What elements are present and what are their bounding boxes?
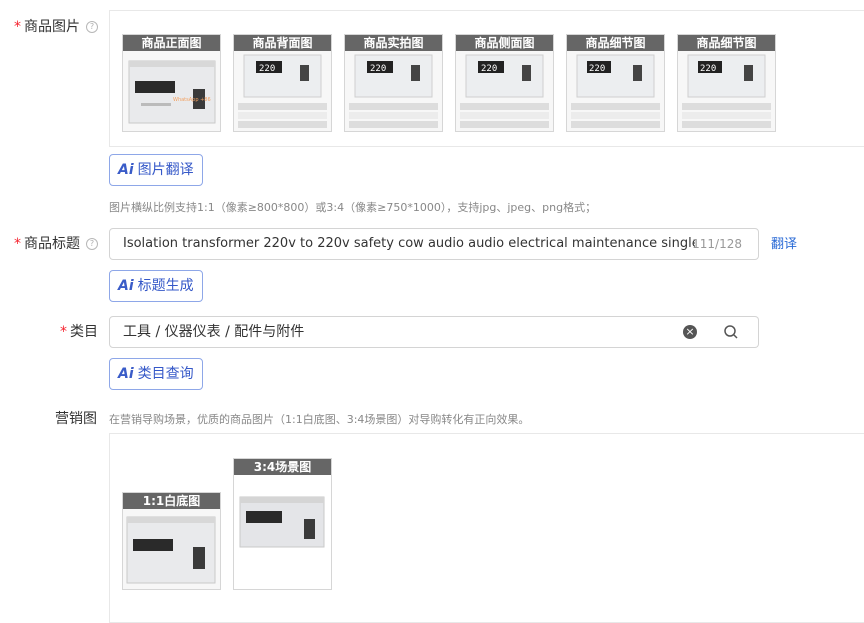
- product-thumb[interactable]: 商品实拍图 220: [344, 34, 443, 132]
- marketing-images-panel: [109, 433, 864, 623]
- thumb-caption: 3:4场景图: [234, 459, 331, 475]
- help-icon[interactable]: ?: [86, 21, 98, 33]
- transformer-front-image: WhatsApp +86: [128, 60, 216, 124]
- product-photo: [123, 509, 220, 589]
- required-mark: *: [14, 236, 21, 252]
- thumb-caption: 1:1白底图: [123, 493, 220, 509]
- product-photo: 220: [456, 51, 553, 131]
- category-select[interactable]: 工具 / 仪器仪表 / 配件与附件 ×: [109, 316, 707, 348]
- transformer-spec-image: 220: [349, 54, 438, 128]
- ai-icon: Ai: [118, 366, 134, 382]
- scene-thumb[interactable]: 3:4场景图: [233, 458, 332, 590]
- search-icon: [724, 325, 738, 339]
- image-format-hint: 图片横纵比例支持1:1（像素≥800*800）或3:4（像素≥750*1000）…: [109, 201, 597, 214]
- title-generate-button[interactable]: Ai 标题生成: [109, 270, 203, 302]
- thumb-caption: 商品侧面图: [456, 35, 553, 51]
- category-value: 工具 / 仪器仪表 / 配件与附件: [123, 324, 305, 340]
- ai-icon: Ai: [118, 278, 134, 294]
- transformer-scene-image: [239, 496, 325, 548]
- product-thumb[interactable]: 商品细节图 220: [566, 34, 665, 132]
- thumb-caption: 商品实拍图: [345, 35, 442, 51]
- product-photo: 220: [345, 51, 442, 131]
- clear-icon[interactable]: ×: [683, 325, 697, 339]
- thumb-caption: 商品细节图: [678, 35, 775, 51]
- ai-icon: Ai: [118, 162, 134, 178]
- required-mark: *: [14, 19, 21, 35]
- category-search-button[interactable]: [706, 316, 759, 348]
- product-thumb[interactable]: 商品细节图 220: [677, 34, 776, 132]
- help-icon[interactable]: ?: [86, 238, 98, 250]
- lcd-readout: 220: [481, 64, 497, 74]
- product-photo: 220: [234, 51, 331, 131]
- svg-text:WhatsApp +86: WhatsApp +86: [173, 97, 211, 103]
- marketing-hint: 在营销导购场景，优质的商品图片（1:1白底图、3:4场景图）对导购转化有正向效果…: [109, 413, 530, 426]
- image-translate-button[interactable]: Ai 图片翻译: [109, 154, 203, 186]
- transformer-spec-image: 220: [238, 54, 327, 128]
- product-photo: WhatsApp +86: [123, 51, 220, 131]
- required-mark: *: [60, 324, 67, 340]
- product-title-input[interactable]: Isolation transformer 220v to 220v safet…: [109, 228, 759, 260]
- product-title-value: Isolation transformer 220v to 220v safet…: [123, 236, 695, 251]
- title-translate-link[interactable]: 翻译: [771, 233, 797, 252]
- title-char-count: 111/128: [692, 237, 742, 251]
- product-photo: [234, 475, 331, 589]
- category-query-button[interactable]: Ai 类目查询: [109, 358, 203, 390]
- category-label: * 类目: [60, 324, 98, 340]
- lcd-readout: 220: [700, 64, 716, 74]
- product-thumb[interactable]: 商品背面图 220: [233, 34, 332, 132]
- lcd-readout: 220: [259, 64, 275, 74]
- transformer-white-bg-image: [126, 516, 216, 584]
- product-photo: 220: [678, 51, 775, 131]
- thumb-caption: 商品正面图: [123, 35, 220, 51]
- product-thumb[interactable]: 商品侧面图 220: [455, 34, 554, 132]
- marketing-image-label: 营销图: [55, 411, 97, 427]
- lcd-readout: 220: [370, 64, 386, 74]
- product-photo: 220: [567, 51, 664, 131]
- product-title-label: * 商品标题?: [14, 233, 98, 253]
- thumb-caption: 商品背面图: [234, 35, 331, 51]
- transformer-spec-image: 220: [571, 54, 660, 128]
- transformer-spec-image: 220: [460, 54, 549, 128]
- product-images-label: * 商品图片?: [14, 16, 98, 36]
- lcd-readout: 220: [589, 64, 605, 74]
- thumb-caption: 商品细节图: [567, 35, 664, 51]
- transformer-spec-image: 220: [682, 54, 771, 128]
- white-bg-thumb[interactable]: 1:1白底图: [122, 492, 221, 590]
- product-thumb[interactable]: 商品正面图 WhatsApp +86: [122, 34, 221, 132]
